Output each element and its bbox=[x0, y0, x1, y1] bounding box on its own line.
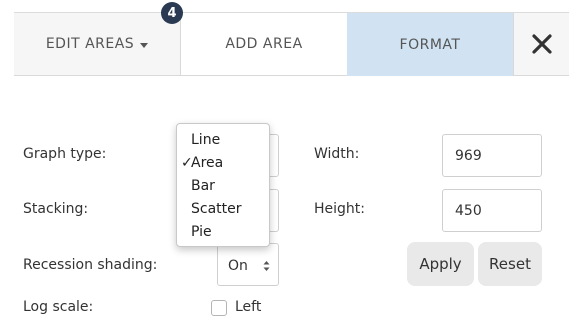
log-scale-label: Log scale: bbox=[23, 299, 94, 315]
tab-edit-areas[interactable]: EDIT AREAS bbox=[14, 13, 181, 76]
log-scale-left-label: Left bbox=[235, 299, 262, 315]
dropdown-option-area[interactable]: ✓ Area bbox=[181, 155, 224, 171]
recession-shading-value: On bbox=[228, 257, 248, 274]
format-panel: EDIT AREAS ADD AREA FORMAT 4 Graph type:… bbox=[14, 0, 569, 329]
caret-down-icon bbox=[140, 42, 149, 48]
height-label: Height: bbox=[314, 201, 365, 217]
close-icon bbox=[531, 34, 552, 54]
recession-shading-select[interactable]: On bbox=[217, 243, 279, 286]
dropdown-option-line[interactable]: Line bbox=[191, 132, 220, 148]
dropdown-option-area-label: Area bbox=[191, 155, 224, 171]
height-input[interactable]: 450 bbox=[442, 189, 542, 232]
recession-shading-label: Recession shading: bbox=[23, 257, 158, 273]
dropdown-option-pie[interactable]: Pie bbox=[191, 224, 212, 240]
tab-format-label: FORMAT bbox=[399, 36, 461, 53]
tab-bar: EDIT AREAS ADD AREA FORMAT bbox=[14, 13, 569, 76]
checkmark-icon: ✓ bbox=[181, 155, 193, 171]
graph-type-dropdown: Line ✓ Area Bar Scatter Pie bbox=[176, 123, 270, 247]
tab-edit-areas-label: EDIT AREAS bbox=[45, 36, 135, 52]
reset-button[interactable]: Reset bbox=[478, 242, 542, 286]
updown-arrows-icon bbox=[263, 261, 270, 271]
close-button[interactable] bbox=[513, 13, 569, 76]
dropdown-option-scatter[interactable]: Scatter bbox=[191, 201, 242, 217]
log-scale-left-checkbox[interactable] bbox=[211, 300, 227, 316]
apply-button[interactable]: Apply bbox=[407, 242, 474, 286]
graph-type-label: Graph type: bbox=[23, 146, 107, 162]
dropdown-option-bar[interactable]: Bar bbox=[191, 178, 215, 194]
tab-add-area-label: ADD AREA bbox=[225, 36, 303, 52]
tab-add-area[interactable]: ADD AREA bbox=[181, 13, 347, 76]
width-label: Width: bbox=[314, 146, 360, 162]
stacking-label: Stacking: bbox=[23, 201, 89, 217]
tab-format[interactable]: FORMAT bbox=[347, 13, 513, 76]
edit-areas-count-badge: 4 bbox=[161, 2, 183, 24]
width-input[interactable]: 969 bbox=[442, 134, 542, 177]
